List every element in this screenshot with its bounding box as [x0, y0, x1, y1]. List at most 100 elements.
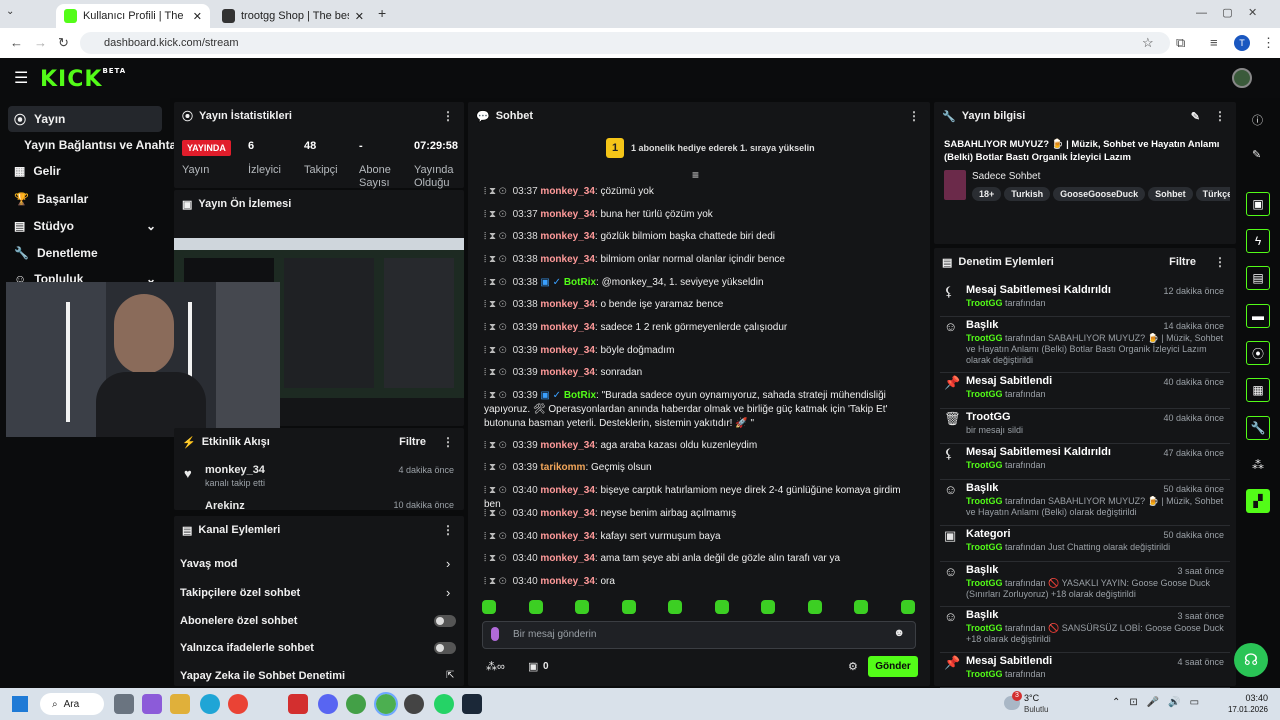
message-username[interactable]: monkey_34	[540, 440, 594, 451]
mod-actor[interactable]: TrootGG	[966, 669, 1003, 679]
mod-actor[interactable]: TrootGG	[966, 389, 1003, 399]
emote-icon[interactable]	[714, 600, 729, 614]
discord-icon[interactable]	[318, 694, 338, 714]
category-name[interactable]: Sadece Sohbet	[972, 171, 1040, 182]
chrome-icon[interactable]	[228, 694, 248, 714]
emote-icon[interactable]	[807, 600, 822, 614]
sidebar-item-achievements[interactable]: 🏆 Başarılar	[8, 186, 162, 212]
tab-1[interactable]: Kullanıcı Profili | The best Track ✕	[56, 4, 210, 28]
chat-message[interactable]: ⦙ ⧗ ⊙ 03:39 monkey_34: sonradan	[484, 366, 920, 380]
tray-icons[interactable]: ⌃⊡🎤🔊▭	[1112, 697, 1208, 708]
mic-icon[interactable]	[491, 627, 499, 641]
mod-actions-icon[interactable]: ⦙ ⧗ ⊙	[484, 462, 507, 473]
menu-icon[interactable]: ⋮	[1262, 35, 1275, 51]
message-username[interactable]: BotRix	[564, 277, 596, 288]
whatsapp-icon[interactable]	[434, 694, 454, 714]
sidebar-item-studio[interactable]: ▤ Stüdyo ⌄	[8, 213, 162, 239]
chat-input-box[interactable]: Bir mesaj gönderin ☻	[482, 621, 916, 649]
mod-actions-icon[interactable]: ⦙ ⧗ ⊙	[484, 440, 507, 451]
tag[interactable]: GooseGooseDuck	[1053, 187, 1146, 201]
settings-gear-icon[interactable]: ⚙	[848, 660, 858, 673]
emote-icon[interactable]	[621, 600, 636, 614]
edit-pencil-icon[interactable]: ✎	[1191, 110, 1200, 123]
message-username[interactable]: monkey_34	[540, 508, 594, 519]
mod-actions-icon[interactable]: ⦙ ⧗ ⊙	[484, 485, 507, 496]
profile-avatar[interactable]: T	[1234, 35, 1250, 51]
rail-stats-icon[interactable]: ▤	[1246, 266, 1270, 290]
bookmark-star-icon[interactable]: ☆	[1142, 35, 1154, 51]
new-tab-icon[interactable]: +	[378, 5, 386, 21]
message-username[interactable]: tarikomm	[540, 462, 585, 473]
emote-only-toggle[interactable]	[434, 642, 456, 654]
more-icon[interactable]: ⋮	[442, 523, 454, 537]
mod-actions-icon[interactable]: ⦙ ⧗ ⊙	[484, 209, 507, 220]
message-username[interactable]: monkey_34	[540, 345, 594, 356]
window-controls[interactable]: — ▢ ✕	[1196, 6, 1257, 19]
chat-message[interactable]: ⦙ ⧗ ⊙ 03:38 monkey_34: o bende işe yarama…	[484, 298, 920, 312]
message-username[interactable]: BotRix	[564, 390, 596, 401]
message-username[interactable]: monkey_34	[540, 299, 594, 310]
tag[interactable]: Turkish	[1004, 187, 1051, 201]
mod-actor[interactable]: TrootGG	[966, 460, 1003, 470]
more-icon[interactable]: ⋮	[442, 435, 454, 449]
info-icon[interactable]: ⓘ	[1252, 112, 1263, 128]
message-username[interactable]: monkey_34	[540, 531, 594, 542]
rail-community-icon[interactable]: ⁂	[1252, 458, 1264, 472]
mod-actions-icon[interactable]: ⦙ ⧗ ⊙	[484, 186, 507, 197]
more-icon[interactable]: ⋮	[908, 109, 920, 123]
emote-icon[interactable]	[900, 600, 915, 614]
mod-actions-icon[interactable]: ⦙ ⧗ ⊙	[484, 367, 507, 378]
mod-actions-icon[interactable]: ⦙ ⧗ ⊙	[484, 345, 507, 356]
chat-message[interactable]: ⦙ ⧗ ⊙ 03:37 monkey_34: çözümü yok	[484, 185, 920, 199]
chat-message[interactable]: ⦙ ⧗ ⊙ 03:38 monkey_34: gözlük bilmiom baş…	[484, 230, 920, 244]
mod-actions-icon[interactable]: ⦙ ⧗ ⊙	[484, 576, 507, 587]
chat-message[interactable]: ⦙ ⧗ ⊙ 03:39 tarikomm: Geçmiş olsun	[484, 461, 920, 475]
emote-icon[interactable]	[854, 600, 868, 614]
slow-mode-row[interactable]: Yavaş mod	[180, 558, 237, 570]
hamburger-icon[interactable]: ☰	[14, 68, 28, 88]
moderation-filter-button[interactable]: Filtre	[1169, 256, 1196, 268]
pinned-toggle-icon[interactable]: ≡	[692, 168, 699, 182]
obs-icon[interactable]	[404, 694, 424, 714]
chat-message[interactable]: ⦙ ⧗ ⊙ 03:40 monkey_34: kafayı sert vurmuş…	[484, 530, 920, 544]
mod-actions-icon[interactable]: ⦙ ⧗ ⊙	[484, 254, 507, 265]
activity-user[interactable]: Arekinz	[205, 500, 245, 510]
tag[interactable]: Sohbet	[1148, 187, 1193, 201]
message-username[interactable]: monkey_34	[540, 576, 594, 587]
activity-filter-button[interactable]: Filtre	[399, 436, 426, 448]
emote-icon[interactable]	[668, 600, 682, 614]
mod-actor[interactable]: TrootGG	[966, 496, 1003, 506]
mod-actor[interactable]: TrootGG	[966, 623, 1003, 633]
chrome-green-icon[interactable]	[346, 694, 366, 714]
chat-message[interactable]: ⦙ ⧗ ⊙ 03:39 ▣ ✓ BotRix: "Burada sadece oy…	[484, 389, 920, 431]
edge-icon[interactable]	[200, 694, 220, 714]
message-username[interactable]: monkey_34	[540, 322, 594, 333]
message-username[interactable]: monkey_34	[540, 254, 594, 265]
more-icon[interactable]: ⋮	[1214, 109, 1226, 123]
sidebar-item-revenue[interactable]: ▦ Gelir	[8, 158, 162, 184]
sidebar-item-stream[interactable]: ⦿ Yayın	[8, 106, 162, 132]
more-icon[interactable]: ⋮	[442, 109, 454, 123]
message-username[interactable]: monkey_34	[540, 231, 594, 242]
message-username[interactable]: monkey_34	[540, 209, 594, 220]
steam-icon[interactable]	[462, 694, 482, 714]
copilot-icon[interactable]	[142, 694, 162, 714]
chat-message[interactable]: ⦙ ⧗ ⊙ 03:40 monkey_34: ora	[484, 575, 920, 589]
rail-activity-icon[interactable]: ϟ	[1246, 229, 1270, 253]
chat-message[interactable]: ⦙ ⧗ ⊙ 03:39 monkey_34: aga araba kazası o…	[484, 439, 920, 453]
sidebar-item-stream-key[interactable]: Yayın Bağlantısı ve Anahtarı	[8, 132, 184, 158]
mod-actions-icon[interactable]: ⦙ ⧗ ⊙	[484, 390, 507, 401]
mod-actor[interactable]: TrootGG	[966, 578, 1003, 588]
ai-moderation-row[interactable]: Yapay Zeka ile Sohbet Denetimi	[180, 670, 345, 682]
tab-2[interactable]: trootgg Shop | The best ChatB... ✕	[214, 4, 372, 28]
chrome-active-icon[interactable]	[374, 692, 398, 716]
rail-app-icon[interactable]: ▞	[1246, 489, 1270, 513]
mod-actions-icon[interactable]: ⦙ ⧗ ⊙	[484, 299, 507, 310]
app-l-icon[interactable]	[288, 694, 308, 714]
subs-only-toggle[interactable]	[434, 615, 456, 627]
send-button[interactable]: Gönder	[868, 656, 918, 677]
chat-message[interactable]: ⦙ ⧗ ⊙ 03:40 monkey_34: neyse benim airbag…	[484, 507, 920, 521]
external-link-icon[interactable]: ⇱	[446, 670, 454, 681]
kick-logo[interactable]: KICKBETA	[40, 67, 126, 92]
chat-message[interactable]: ⦙ ⧗ ⊙ 03:40 monkey_34: ama tam şeye abi a…	[484, 552, 920, 566]
